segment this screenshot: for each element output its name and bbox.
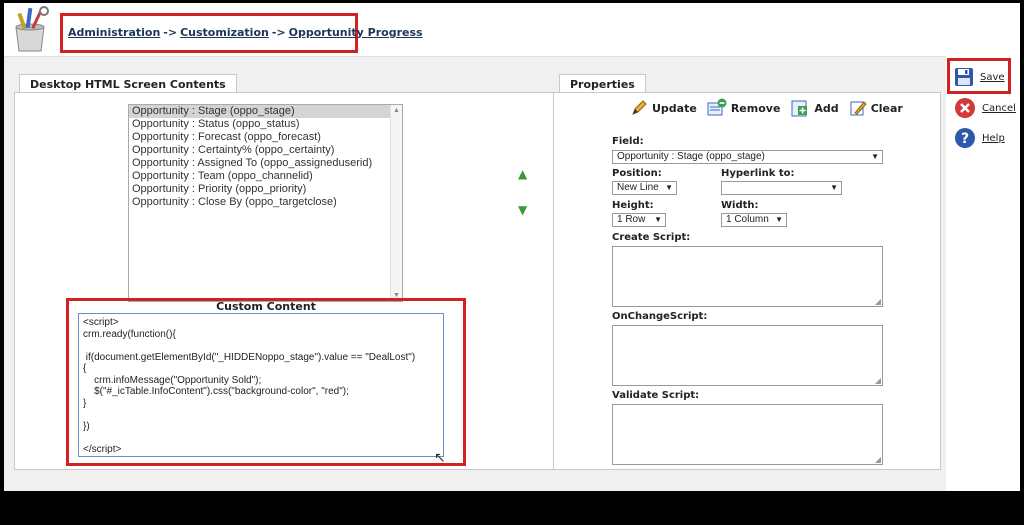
bottom-bar: [0, 491, 1024, 525]
breadcrumb-customization[interactable]: Customization: [180, 26, 269, 39]
update-label: Update: [652, 101, 697, 115]
add-button[interactable]: Add: [790, 98, 839, 118]
floppy-disk-icon: [955, 68, 973, 86]
properties-toolbar: Update Remove Add Clear: [630, 97, 913, 119]
add-label: Add: [814, 101, 839, 115]
validate-script-label: Validate Script:: [612, 390, 700, 401]
help-icon: ?: [955, 128, 975, 148]
custom-content-section: Custom Content <script> crm.ready(functi…: [66, 298, 466, 466]
list-item[interactable]: Opportunity : Stage (oppo_stage): [129, 105, 402, 118]
custom-content-label: Custom Content: [216, 300, 316, 313]
width-select-value: 1 Column: [726, 214, 769, 225]
hyperlink-label: Hyperlink to:: [721, 168, 795, 179]
chevron-down-icon: ▼: [871, 152, 879, 161]
breadcrumb-administration[interactable]: Administration: [68, 26, 160, 39]
cancel-label: Cancel: [982, 102, 1016, 114]
onchange-script-label: OnChangeScript:: [612, 311, 708, 322]
list-item[interactable]: Opportunity : Assigned To (oppo_assigned…: [129, 157, 402, 170]
position-label: Position:: [612, 168, 662, 179]
tab-properties[interactable]: Properties: [559, 74, 646, 94]
resize-grip-icon[interactable]: ◢: [875, 455, 881, 464]
list-item[interactable]: Opportunity : Certainty% (oppo_certainty…: [129, 144, 402, 157]
move-up-arrow-icon[interactable]: ▲: [518, 167, 527, 181]
breadcrumb-separator: ->: [271, 26, 286, 39]
chevron-down-icon: ▼: [665, 183, 673, 192]
breadcrumb-separator: ->: [163, 26, 178, 39]
save-button[interactable]: Save: [954, 67, 1005, 87]
mouse-cursor-icon: ↖: [434, 450, 446, 466]
onchange-script-textarea[interactable]: ◢: [612, 325, 883, 386]
header: Administration -> Customization -> Opportuni…: [4, 3, 946, 57]
actions-sidebar: [946, 57, 1020, 491]
help-button[interactable]: ? Help: [954, 127, 1005, 149]
custom-content-textarea[interactable]: <script> crm.ready(function(){ if(docume…: [78, 313, 444, 457]
height-label: Height:: [612, 200, 654, 211]
hyperlink-select[interactable]: ▼: [721, 181, 842, 195]
add-icon: [791, 100, 808, 117]
field-select[interactable]: Opportunity : Stage (oppo_stage) ▼: [612, 150, 883, 164]
remove-button[interactable]: Remove: [707, 98, 781, 118]
help-label: Help: [982, 132, 1005, 144]
svg-text:?: ?: [961, 131, 969, 147]
width-select[interactable]: 1 Column ▼: [721, 213, 787, 227]
remove-icon: [707, 98, 727, 116]
breadcrumb-opportunity-progress[interactable]: Opportunity Progress: [289, 26, 423, 39]
listbox-scrollbar[interactable]: ▲ ▼: [390, 105, 402, 301]
list-item[interactable]: Opportunity : Forecast (oppo_forecast): [129, 131, 402, 144]
app-frame: Administration -> Customization -> Opportuni…: [4, 3, 1020, 491]
pencil-icon: [632, 100, 647, 115]
list-item[interactable]: Opportunity : Team (oppo_channelid): [129, 170, 402, 183]
height-select[interactable]: 1 Row ▼: [612, 213, 666, 227]
save-label: Save: [980, 71, 1005, 83]
resize-grip-icon[interactable]: ◢: [875, 297, 881, 306]
update-button[interactable]: Update: [630, 99, 697, 117]
tab-desktop-html-screen-contents[interactable]: Desktop HTML Screen Contents: [19, 74, 237, 94]
remove-label: Remove: [730, 101, 781, 115]
move-down-arrow-icon[interactable]: ▼: [518, 203, 527, 217]
field-label: Field:: [612, 136, 644, 147]
chevron-down-icon: ▼: [830, 183, 838, 192]
chevron-down-icon: ▼: [654, 215, 662, 224]
position-select[interactable]: New Line ▼: [612, 181, 677, 195]
position-select-value: New Line: [617, 182, 659, 193]
field-listbox[interactable]: Opportunity : Stage (oppo_stage) Opportun…: [128, 104, 403, 302]
field-select-value: Opportunity : Stage (oppo_stage): [617, 151, 765, 162]
list-item[interactable]: Opportunity : Priority (oppo_priority): [129, 183, 402, 196]
scroll-up-icon[interactable]: ▲: [393, 107, 400, 114]
chevron-down-icon: ▼: [775, 215, 783, 224]
breadcrumb: Administration -> Customization -> Opportuni…: [60, 13, 423, 53]
resize-grip-icon[interactable]: ◢: [875, 376, 881, 385]
create-script-label: Create Script:: [612, 232, 691, 243]
clear-label: Clear: [870, 101, 903, 115]
create-script-textarea[interactable]: ◢: [612, 246, 883, 307]
cancel-icon: [955, 98, 975, 118]
width-label: Width:: [721, 200, 759, 211]
clear-icon: [850, 101, 867, 116]
height-select-value: 1 Row: [617, 214, 646, 225]
clear-button[interactable]: Clear: [849, 99, 903, 117]
cancel-button[interactable]: Cancel: [954, 97, 1016, 119]
validate-script-textarea[interactable]: ◢: [612, 404, 883, 465]
list-item[interactable]: Opportunity : Close By (oppo_targetclose…: [129, 196, 402, 209]
list-item[interactable]: Opportunity : Status (oppo_status): [129, 118, 402, 131]
tools-logo-icon: [15, 6, 49, 52]
